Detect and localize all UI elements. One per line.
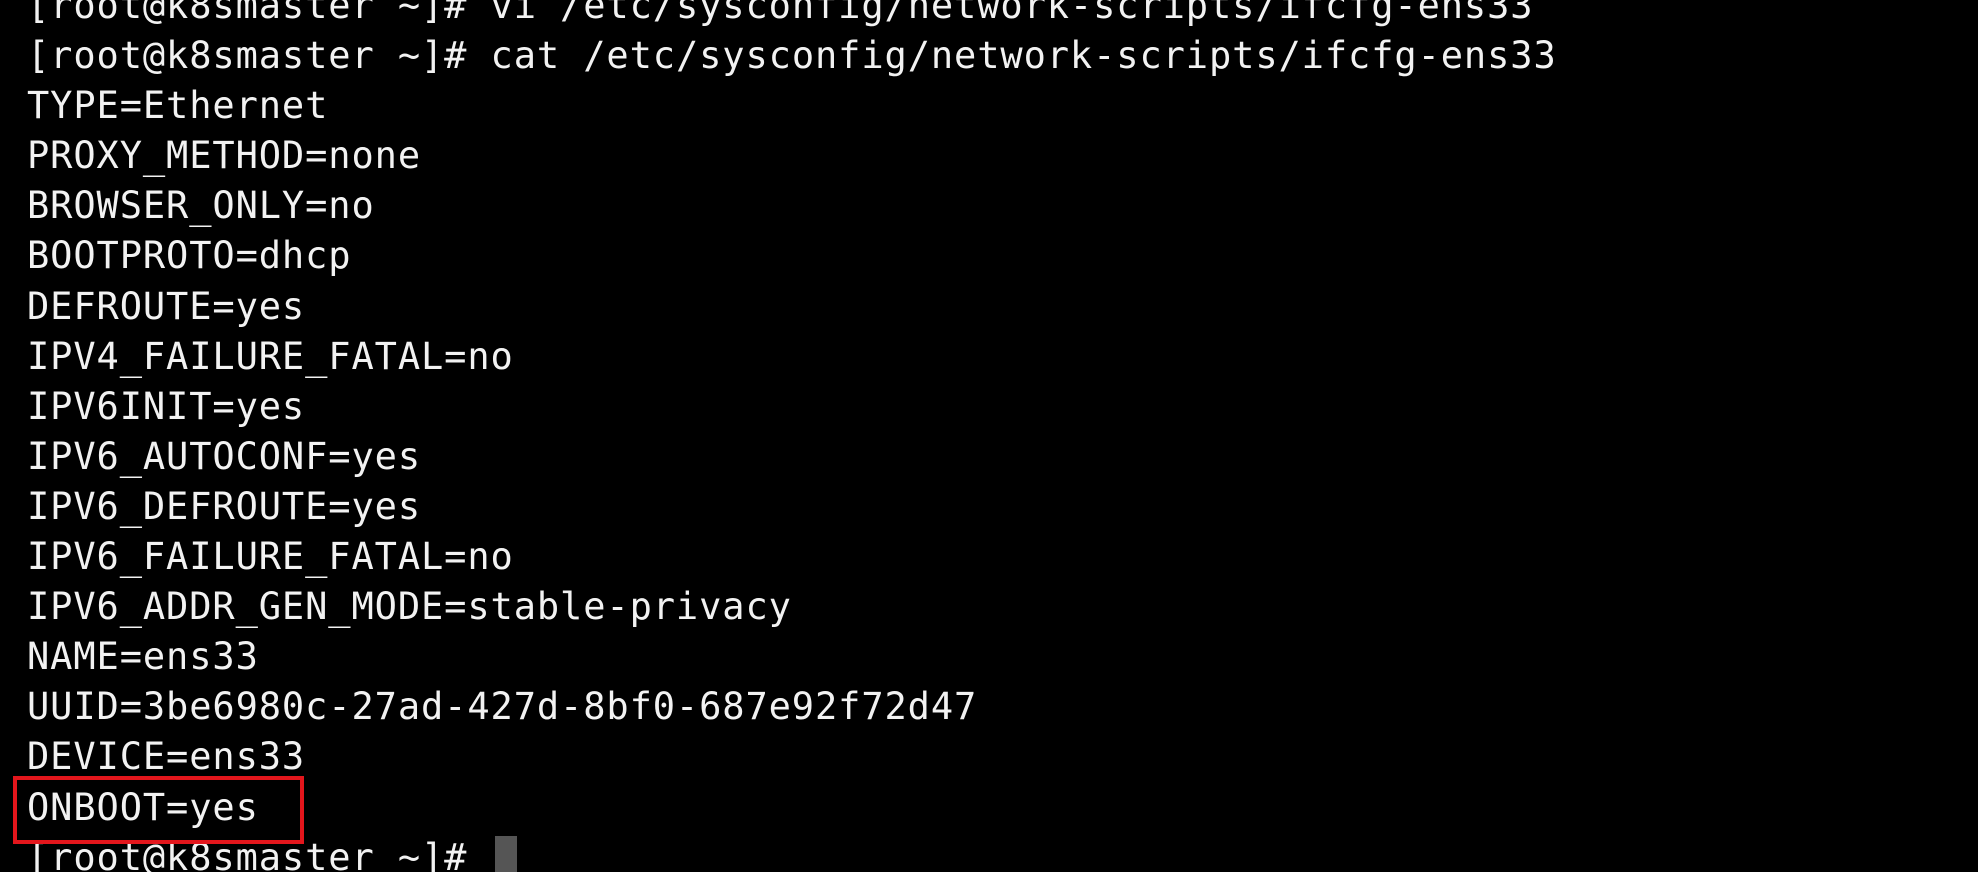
output-line-ipv6-defroute: IPV6_DEFROUTE=yes	[27, 484, 421, 528]
output-line-ipv6-autoconf: IPV6_AUTOCONF=yes	[27, 434, 421, 478]
text-cursor	[494, 836, 517, 872]
command-line-current[interactable]: [root@k8smaster ~]#	[27, 833, 1557, 872]
command-line-vi: [root@k8smaster ~]# vi /etc/sysconfig/ne…	[27, 0, 1557, 31]
shell-prompt: [root@k8smaster ~]#	[27, 34, 491, 78]
command-text: cat /etc/sysconfig/network-scripts/ifcfg…	[490, 34, 1557, 78]
output-line-bootproto: BOOTPROTO=dhcp	[27, 234, 352, 278]
output-line-name: NAME=ens33	[27, 635, 259, 679]
command-line-cat: [root@k8smaster ~]# cat /etc/sysconfig/n…	[27, 31, 1557, 81]
output-line-proxy-method: PROXY_METHOD=none	[27, 134, 421, 178]
terminal-output: [root@k8smaster ~]# vi /etc/sysconfig/ne…	[27, 0, 1557, 872]
output-line-defroute: DEFROUTE=yes	[27, 284, 306, 328]
output-line-ipv4-failure-fatal: IPV4_FAILURE_FATAL=no	[27, 334, 514, 378]
output-line-ipv6init: IPV6INIT=yes	[27, 384, 306, 428]
output-line-browser-only: BROWSER_ONLY=no	[27, 184, 375, 228]
output-line-device: DEVICE=ens33	[27, 735, 306, 779]
output-line-onboot: ONBOOT=yes	[27, 785, 259, 829]
command-text: vi /etc/sysconfig/network-scripts/ifcfg-…	[490, 0, 1534, 27]
output-line-ipv6-failure-fatal: IPV6_FAILURE_FATAL=no	[27, 535, 514, 579]
output-line-type: TYPE=Ethernet	[27, 84, 329, 128]
shell-prompt: [root@k8smaster ~]#	[27, 835, 491, 872]
output-line-uuid: UUID=3be6980c-27ad-427d-8bf0-687e92f72d4…	[27, 685, 978, 729]
shell-prompt: [root@k8smaster ~]#	[27, 0, 491, 27]
terminal-window[interactable]: [root@k8smaster ~]# vi /etc/sysconfig/ne…	[0, 0, 1978, 872]
output-line-ipv6-addr-gen-mode: IPV6_ADDR_GEN_MODE=stable-privacy	[27, 585, 792, 629]
